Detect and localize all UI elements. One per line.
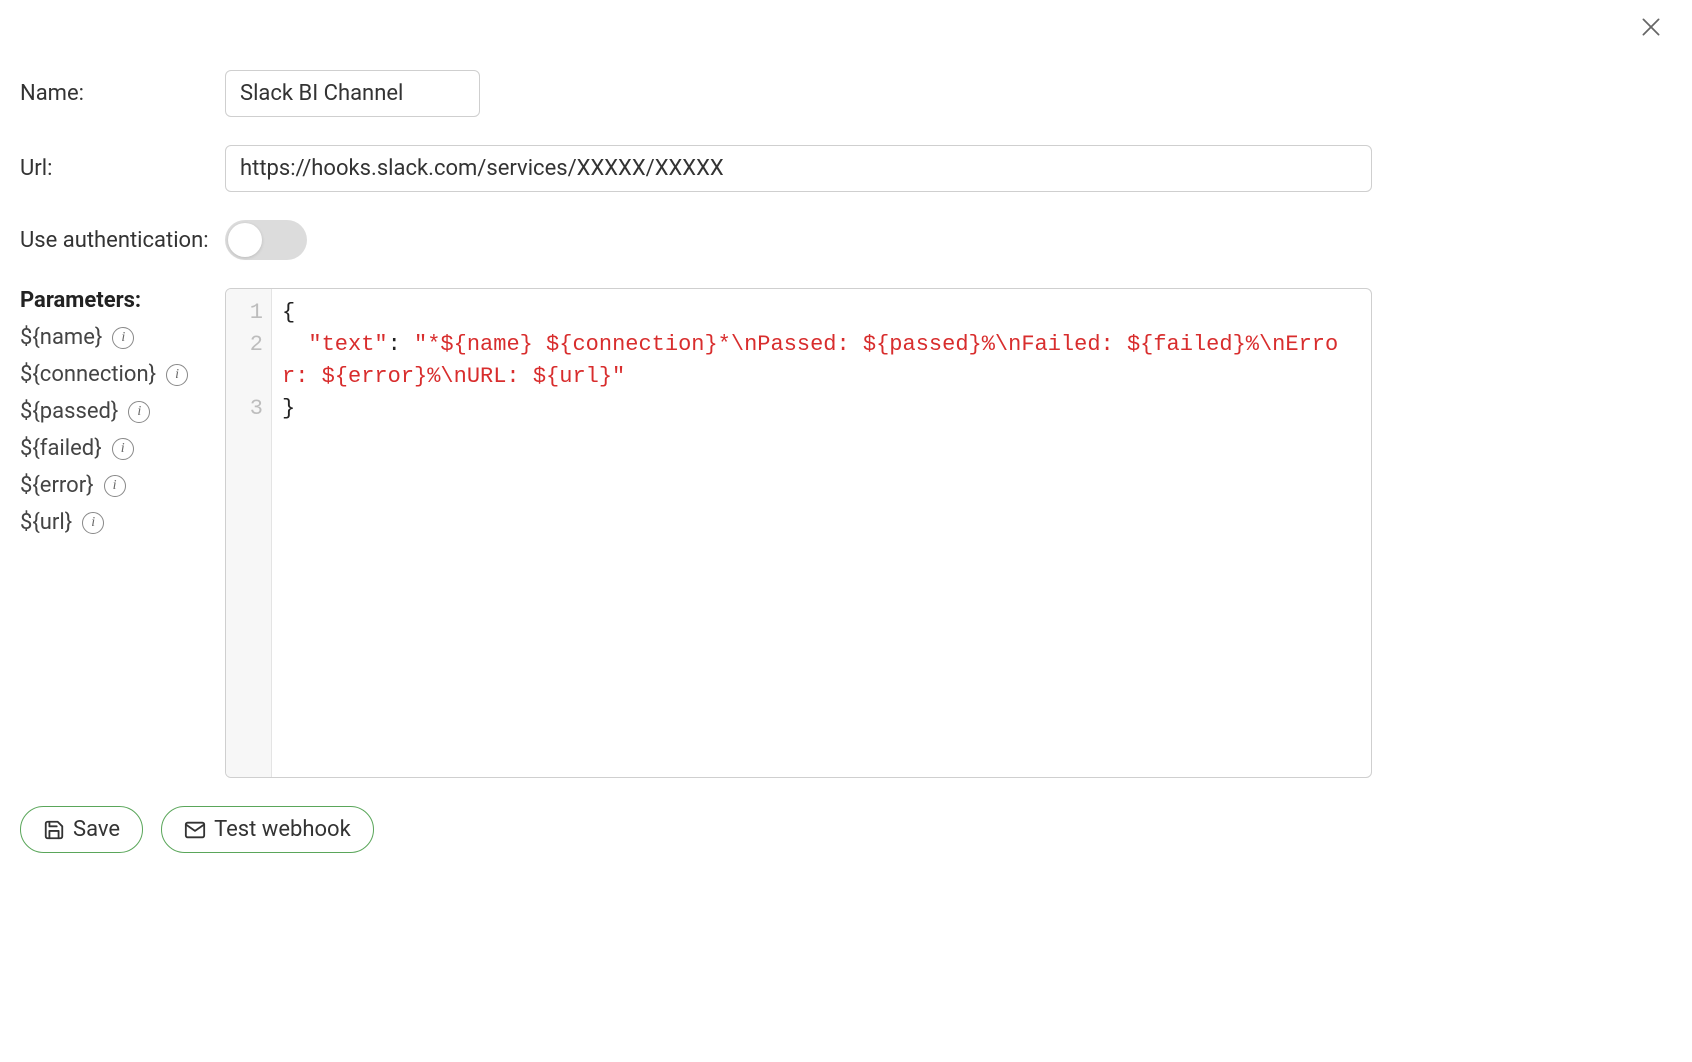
parameters-sidebar: Parameters: ${name} i ${connection} i ${… <box>20 288 225 547</box>
code-gutter: 1 2 3 <box>226 289 272 777</box>
auth-row: Use authentication: <box>20 220 1672 260</box>
parameters-code-editor[interactable]: 1 2 3 { "text": "*${name} ${connection}*… <box>225 288 1372 778</box>
code-key: "text" <box>308 332 387 357</box>
info-icon[interactable]: i <box>112 438 134 460</box>
name-input-wrap <box>225 70 1672 117</box>
code-brace-open: { <box>282 300 295 325</box>
toggle-knob <box>228 223 262 257</box>
code-colon: : <box>388 332 414 357</box>
url-label: Url: <box>20 156 225 181</box>
gutter-line: 3 <box>226 393 271 425</box>
code-content[interactable]: { "text": "*${name} ${connection}*\nPass… <box>272 289 1371 777</box>
use-auth-toggle[interactable] <box>225 220 307 260</box>
close-icon[interactable] <box>1638 14 1664 40</box>
param-url: ${url} i <box>20 510 225 535</box>
info-icon[interactable]: i <box>166 364 188 386</box>
param-passed-text: ${passed} <box>20 399 118 424</box>
url-input[interactable] <box>225 145 1372 192</box>
gutter-line: 2 <box>226 329 271 361</box>
info-icon[interactable]: i <box>128 401 150 423</box>
param-passed: ${passed} i <box>20 399 225 424</box>
use-auth-label: Use authentication: <box>20 228 225 253</box>
param-connection: ${connection} i <box>20 362 225 387</box>
test-webhook-button[interactable]: Test webhook <box>161 806 374 853</box>
gutter-line: 1 <box>226 297 271 329</box>
name-row: Name: <box>20 70 1672 117</box>
name-input[interactable] <box>225 70 480 117</box>
save-icon <box>43 819 65 841</box>
parameters-title: Parameters: <box>20 288 225 313</box>
param-url-text: ${url} <box>20 510 72 535</box>
save-button[interactable]: Save <box>20 806 143 853</box>
param-failed-text: ${failed} <box>20 436 102 461</box>
name-label: Name: <box>20 81 225 106</box>
save-button-label: Save <box>73 817 120 842</box>
url-row: Url: <box>20 145 1672 192</box>
code-brace-close: } <box>282 396 295 421</box>
mail-icon <box>184 819 206 841</box>
param-error-text: ${error} <box>20 473 94 498</box>
param-connection-text: ${connection} <box>20 362 156 387</box>
parameters-row: Parameters: ${name} i ${connection} i ${… <box>20 288 1672 778</box>
param-name: ${name} i <box>20 325 225 350</box>
test-webhook-button-label: Test webhook <box>214 817 351 842</box>
code-value: "*${name} ${connection}*\nPassed: ${pass… <box>282 332 1338 389</box>
param-failed: ${failed} i <box>20 436 225 461</box>
info-icon[interactable]: i <box>82 512 104 534</box>
info-icon[interactable]: i <box>112 327 134 349</box>
info-icon[interactable]: i <box>104 475 126 497</box>
button-row: Save Test webhook <box>20 806 1672 853</box>
webhook-form: Name: Url: Use authentication: Parameter… <box>20 20 1672 853</box>
param-error: ${error} i <box>20 473 225 498</box>
auth-toggle-wrap <box>225 220 1672 260</box>
url-input-wrap <box>225 145 1672 192</box>
param-name-text: ${name} <box>20 325 102 350</box>
